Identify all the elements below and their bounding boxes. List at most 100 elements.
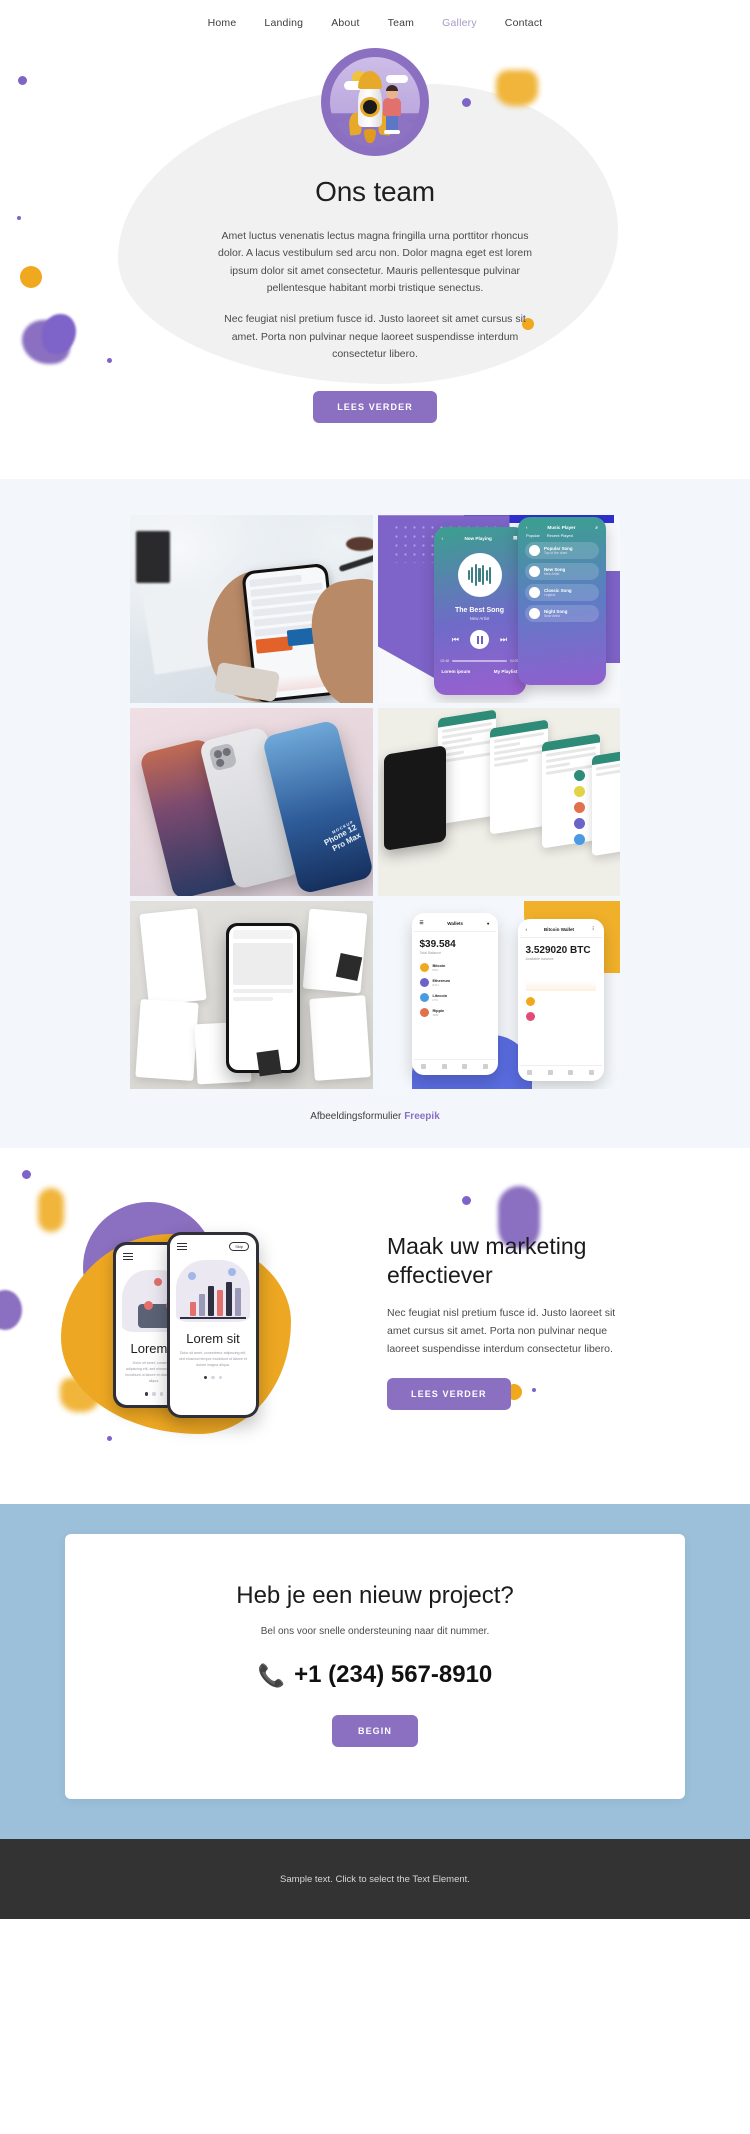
next-track-icon[interactable]: ⏭	[500, 635, 507, 645]
btc-amount: 3.529020 BTC	[525, 945, 591, 957]
marketing-title: Maak uw marketing effectiever	[387, 1232, 587, 1289]
hero-read-more-button[interactable]: LEES VERDER	[313, 391, 437, 424]
back-chevron-icon-2: ‹	[526, 525, 528, 531]
marketing-section: Lorem s Dolor sit amet, consectetur adip…	[0, 1148, 750, 1505]
playlist-row: Popular Song Top of the chart	[525, 542, 599, 560]
link-my-playlist[interactable]: My Playlist	[494, 669, 518, 674]
track-thumb	[529, 545, 540, 557]
marketing-read-more-button[interactable]: LEES VERDER	[387, 1378, 511, 1411]
wallet-row-sub: ETH	[432, 982, 439, 987]
wallet-more-icon: ⋮	[590, 926, 596, 932]
waveform-icon	[457, 553, 502, 598]
gallery-caption-text: Afbeeldingsformulier	[310, 1111, 402, 1123]
nav-item-home[interactable]: Home	[208, 17, 237, 29]
hamburger-icon[interactable]	[177, 1241, 187, 1252]
gallery-caption-link[interactable]: Freepik	[404, 1111, 440, 1122]
previous-track-icon[interactable]: ⏮	[452, 635, 459, 645]
gallery-item-phones-pink[interactable]: MOCKUP Phone 12 Pro Max	[130, 708, 373, 897]
cta-phone-line: 📞 +1 (234) 567-8910	[85, 1661, 665, 1689]
cta-phone-number[interactable]: +1 (234) 567-8910	[294, 1661, 492, 1689]
phone-front-body: Dolor sit amet, consectetur adipiscing e…	[179, 1350, 247, 1367]
music-player-list-screen: ‹ Music Player ⌕ Popular Recent Played P…	[518, 517, 606, 686]
phone-front-heading: Lorem sit	[186, 1330, 240, 1346]
wallet-title: Wallets	[447, 920, 464, 926]
track-thumb	[529, 566, 540, 578]
cta-section: Heb je een nieuw project? Bel ons voor s…	[0, 1504, 750, 1840]
wallet-avatar: ●	[486, 920, 490, 926]
gallery-item-wallet-mockup[interactable]: ☰ Wallets ● $39.584 Total Balance Bitcoi…	[377, 901, 620, 1090]
playlist-row: New Song New Artist	[525, 563, 599, 581]
phone-icon: 📞	[257, 1663, 286, 1689]
now-playing-label: Now Playing	[464, 535, 492, 541]
playlist-row: Night Song Slow Artist	[525, 605, 599, 623]
music-now-playing-screen: ‹ Now Playing ▤ The Best Song New Artist…	[433, 527, 526, 696]
gallery-item-music-player-mockup[interactable]: ‹ Now Playing ▤ The Best Song New Artist…	[377, 515, 620, 704]
equalizer-icon: ▤	[513, 535, 518, 541]
cta-card: Heb je een nieuw project? Bel ons voor s…	[65, 1534, 685, 1800]
nav-item-about[interactable]: About	[331, 17, 359, 29]
rocket-astronaut-icon	[321, 48, 429, 156]
btc-amount-caption: Available balance	[525, 957, 554, 962]
fab-icon	[573, 770, 585, 782]
marketing-illustration: Lorem s Dolor sit amet, consectetur adip…	[61, 1196, 365, 1446]
bitcoin-wallet-title: Bitcoin Wallet	[543, 926, 575, 932]
wallet-menu-icon: ☰	[419, 920, 424, 926]
link-lorem-ipsum[interactable]: Lorem ipsum	[442, 669, 471, 674]
tab-popular[interactable]: Popular	[526, 533, 540, 538]
back-chevron-icon: ‹	[441, 535, 444, 541]
track-thumb	[529, 587, 540, 599]
gallery-caption: Afbeeldingsformulier Freepik	[0, 1111, 750, 1122]
gallery-section: ‹ Now Playing ▤ The Best Song New Artist…	[0, 479, 750, 1149]
progress-slider[interactable]	[452, 660, 507, 663]
gallery-item-hand-holding-phone[interactable]	[130, 515, 373, 704]
track-sub: Legend	[544, 593, 556, 598]
marketing-paragraph: Nec feugiat nisl pretium fusce id. Justo…	[387, 1306, 616, 1355]
time-current: 02:48	[440, 659, 450, 664]
mockup-label: MOCKUP Phone 12 Pro Max	[323, 819, 363, 854]
hamburger-icon	[123, 1251, 133, 1262]
deco-blob-yellow-left	[38, 1188, 64, 1233]
song-title: The Best Song	[454, 607, 504, 615]
nav-item-contact[interactable]: Contact	[505, 17, 543, 29]
cta-subtitle: Bel ons voor snelle ondersteuning naar d…	[260, 1626, 490, 1638]
wallet-back-icon: ‹	[525, 926, 528, 932]
song-artist: New Artist	[469, 616, 490, 622]
skip-button[interactable]: Skip	[229, 1241, 249, 1252]
pause-button[interactable]	[470, 630, 489, 650]
phone-mockup-front: Skip Lorem sit Dolor sit amet, consectet…	[167, 1232, 259, 1419]
wallet-screen-left: ☰ Wallets ● $39.584 Total Balance Bitcoi…	[411, 913, 498, 1076]
deco-blob-purple-edge	[0, 1290, 22, 1331]
nav-item-landing[interactable]: Landing	[264, 17, 303, 29]
fab-icon	[573, 818, 585, 830]
playlist-row: Classic Song Legend	[525, 584, 599, 602]
cta-begin-button[interactable]: BEGIN	[331, 1715, 418, 1748]
footer: Sample text. Click to select the Text El…	[0, 1839, 750, 1920]
fab-icon	[573, 834, 585, 846]
hero-title: Ons team	[315, 176, 435, 207]
deco-dot-purple-5	[22, 1170, 31, 1180]
wallet-row-sub: XRP	[432, 1012, 439, 1017]
gallery-grid: ‹ Now Playing ▤ The Best Song New Artist…	[130, 515, 620, 1090]
main-navigation: Home Landing About Team Gallery Contact	[0, 0, 750, 34]
footer-text[interactable]: Sample text. Click to select the Text El…	[280, 1874, 470, 1885]
wallet-amount: $39.584	[419, 939, 456, 951]
fab-icon	[573, 786, 585, 798]
wallet-amount-caption: Total Balance	[419, 951, 442, 956]
track-sub: New Artist	[544, 572, 560, 577]
gallery-item-chat-screens[interactable]	[377, 708, 620, 897]
gallery-item-ui-screens-desk[interactable]	[130, 901, 373, 1090]
nav-item-gallery[interactable]: Gallery	[442, 17, 477, 29]
track-sub: Top of the chart	[544, 551, 568, 556]
page-root: Home Landing About Team Gallery Contact	[0, 0, 750, 1920]
wallet-screen-right: ‹ Bitcoin Wallet ⋮ 3.529020 BTC Availabl…	[517, 919, 604, 1082]
track-sub: Slow Artist	[544, 614, 560, 619]
wallet-row-sub: BTC	[432, 967, 439, 972]
cta-title: Heb je een nieuw project?	[236, 1582, 514, 1610]
tab-recent-played[interactable]: Recent Played	[547, 533, 573, 538]
fab-icon	[573, 802, 585, 814]
hero-section: Ons team Amet luctus venenatis lectus ma…	[0, 34, 750, 480]
wallet-row-sub: LTC	[432, 997, 438, 1002]
search-icon: ⌕	[595, 525, 598, 531]
nav-item-team[interactable]: Team	[388, 17, 414, 29]
track-thumb	[529, 608, 540, 620]
